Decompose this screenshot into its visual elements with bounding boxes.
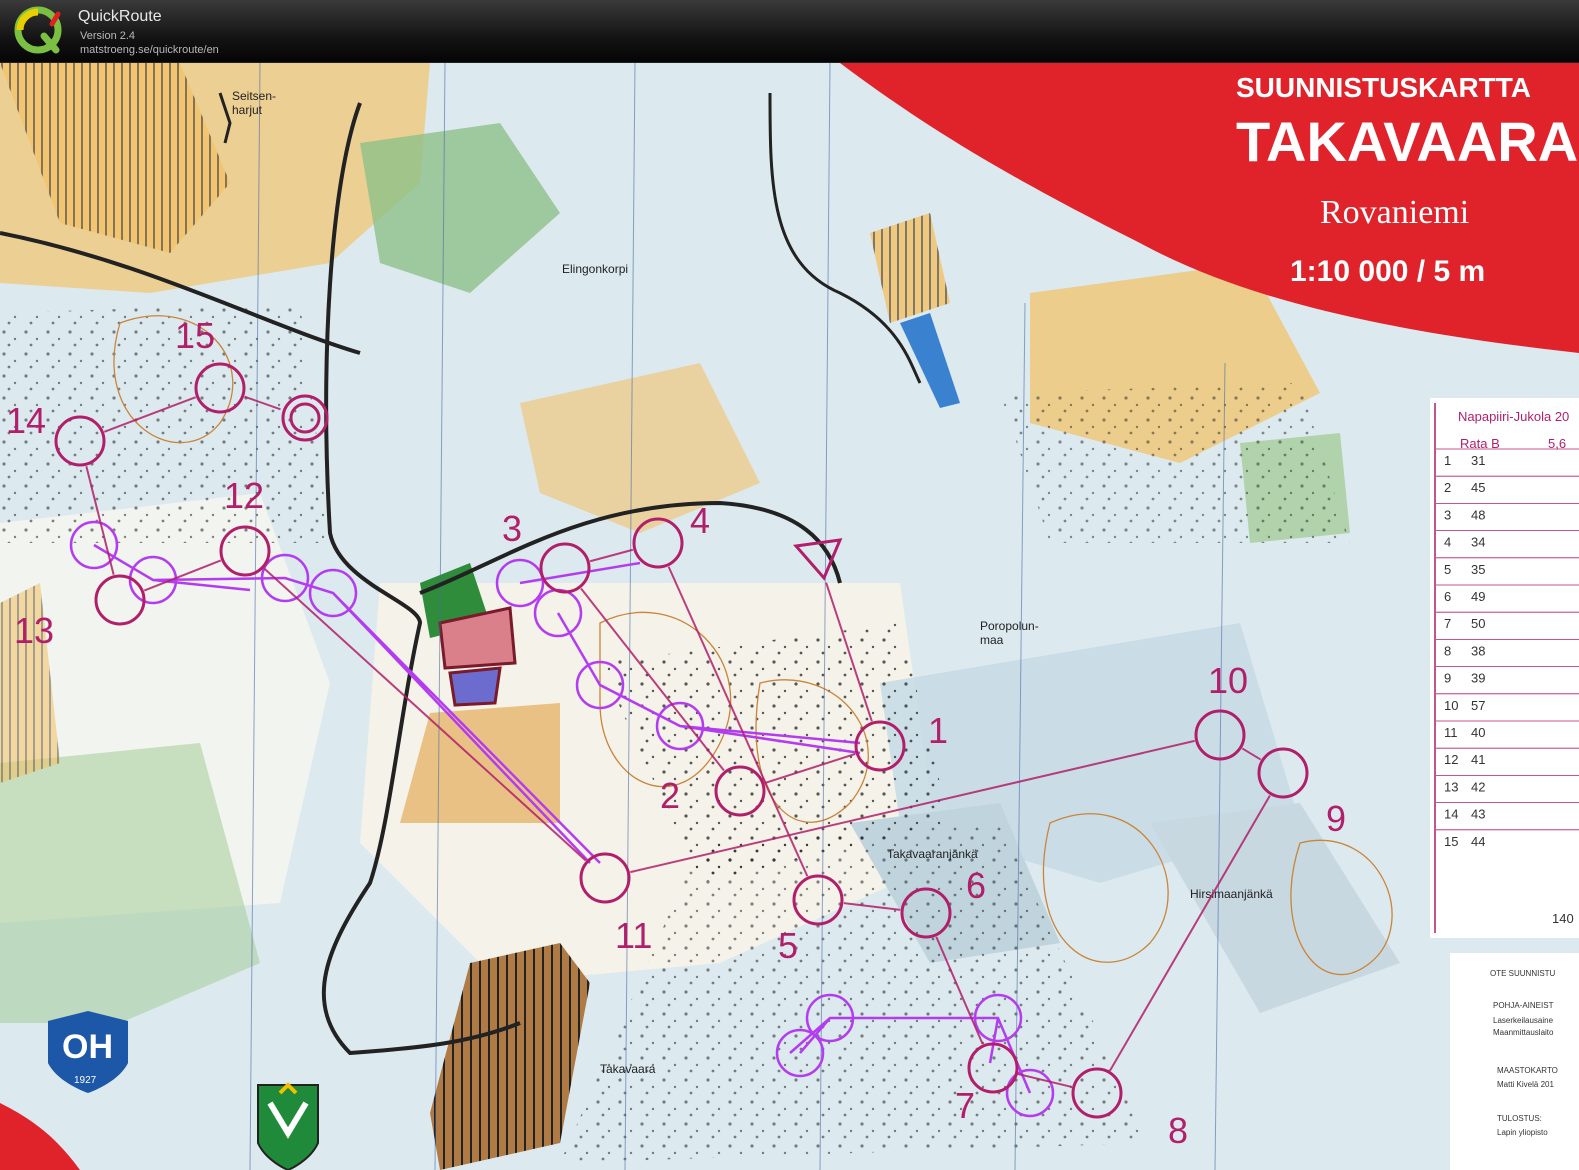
credit-laser: Laserkeilausaine bbox=[1493, 1016, 1554, 1025]
course-finish-value: 140 bbox=[1552, 911, 1574, 926]
credit-pohja: POHJA-AINEIST bbox=[1493, 1001, 1554, 1010]
course-row-number: 4 bbox=[1444, 535, 1451, 550]
course-row-number: 2 bbox=[1444, 480, 1451, 495]
app-url-link[interactable]: matstroeng.se/quickroute/en bbox=[80, 44, 219, 56]
course-row-code: 40 bbox=[1471, 725, 1485, 740]
club-logo-year: 1927 bbox=[74, 1075, 97, 1086]
course-row-code: 48 bbox=[1471, 507, 1485, 522]
club-logo-text: OH bbox=[62, 1028, 113, 1066]
map-header-top: SUUNNISTUSKARTTA bbox=[1236, 72, 1531, 103]
place-name-poropolunmaa: Poropolun- bbox=[980, 619, 1039, 633]
course-row-code: 34 bbox=[1471, 535, 1485, 550]
course-row-code: 35 bbox=[1471, 562, 1485, 577]
course-event: Napapiiri-Jukola 20 bbox=[1458, 409, 1569, 424]
control-number: 7 bbox=[955, 1085, 975, 1126]
control-number: 6 bbox=[966, 865, 986, 906]
control-number: 4 bbox=[690, 500, 710, 541]
title-bar: QuickRoute Version 2.4 matstroeng.se/qui… bbox=[0, 0, 1579, 63]
control-number: 2 bbox=[660, 775, 680, 816]
credit-ote: OTE SUUNNISTU bbox=[1490, 969, 1556, 978]
place-name-poropolunmaa: maa bbox=[980, 633, 1004, 647]
course-row-number: 10 bbox=[1444, 698, 1458, 713]
place-name-elingonkorpi: Elingonkorpi bbox=[562, 262, 628, 276]
control-number: 13 bbox=[14, 610, 54, 651]
course-row-number: 3 bbox=[1444, 507, 1451, 522]
course-row-number: 11 bbox=[1444, 725, 1458, 740]
control-number: 3 bbox=[502, 508, 522, 549]
control-number: 11 bbox=[615, 915, 652, 956]
map-header-name: TAKAVAARA bbox=[1236, 110, 1578, 173]
control-number: 8 bbox=[1168, 1110, 1188, 1151]
control-number: 15 bbox=[175, 315, 215, 356]
map-credits: OTE SUUNNISTU POHJA-AINEIST Laserkeilaus… bbox=[1450, 953, 1579, 1170]
place-name-seitsenharjut: harjut bbox=[232, 103, 263, 117]
course-description-table: Napapiiri-Jukola 20 Rata B 5,6 1 312 453 48… bbox=[1430, 398, 1579, 938]
map-scale: 1:10 000 / 5 m bbox=[1290, 255, 1485, 288]
course-row-code: 43 bbox=[1471, 807, 1485, 822]
map-viewport[interactable]: SUUNNISTUSKARTTA TAKAVAARA Rovaniemi 1:1… bbox=[0, 63, 1579, 1170]
control-number: 5 bbox=[778, 925, 798, 966]
course-row-number: 9 bbox=[1444, 671, 1451, 686]
map-header-city: Rovaniemi bbox=[1320, 194, 1469, 231]
course-row-code: 31 bbox=[1471, 453, 1485, 468]
course-row-code: 50 bbox=[1471, 616, 1485, 631]
credit-maanmitt: Maanmittauslaito bbox=[1493, 1028, 1554, 1037]
app-version: Version 2.4 bbox=[80, 30, 136, 42]
place-name-takavaara: Takavaara bbox=[600, 1062, 656, 1076]
course-row-code: 41 bbox=[1471, 752, 1485, 767]
course-row-code: 39 bbox=[1471, 671, 1485, 686]
place-name-hirsimaanjanka: Hirsimaanjänkä bbox=[1190, 887, 1273, 901]
course-row-number: 15 bbox=[1444, 834, 1458, 849]
course-row-number: 6 bbox=[1444, 589, 1451, 604]
course-row-code: 38 bbox=[1471, 643, 1485, 658]
course-row-number: 7 bbox=[1444, 616, 1451, 631]
course-row-number: 13 bbox=[1444, 779, 1458, 794]
control-number: 1 bbox=[928, 710, 948, 751]
course-row-number: 14 bbox=[1444, 807, 1458, 822]
course-row-code: 49 bbox=[1471, 589, 1485, 604]
app-name: QuickRoute bbox=[78, 8, 162, 25]
course-row-code: 45 bbox=[1471, 480, 1485, 495]
control-number: 14 bbox=[6, 400, 46, 441]
course-row-number: 8 bbox=[1444, 643, 1451, 658]
course-row-number: 5 bbox=[1444, 562, 1451, 577]
control-number: 10 bbox=[1208, 660, 1248, 701]
quickroute-logo-icon bbox=[14, 6, 62, 54]
orienteering-map: SUUNNISTUSKARTTA TAKAVAARA Rovaniemi 1:1… bbox=[0, 63, 1579, 1170]
place-name-takavaaranjanka: Takavaaranjänkä bbox=[887, 847, 978, 861]
place-name-seitsenharjut: Seitsen- bbox=[232, 89, 276, 103]
credit-mapper: Matti Kivelä 201 bbox=[1497, 1080, 1554, 1089]
control-number: 12 bbox=[224, 475, 264, 516]
course-row-code: 44 bbox=[1471, 834, 1485, 849]
course-row-code: 57 bbox=[1471, 698, 1485, 713]
control-number: 9 bbox=[1326, 798, 1346, 839]
course-row-code: 42 bbox=[1471, 779, 1485, 794]
credit-printer: Lapin yliopisto bbox=[1497, 1128, 1548, 1137]
course-row-number: 1 bbox=[1444, 453, 1451, 468]
credit-maastokartoitus: MAASTOKARTO bbox=[1497, 1066, 1558, 1075]
credit-tulostus: TULOSTUS: bbox=[1497, 1114, 1542, 1123]
course-row-number: 12 bbox=[1444, 752, 1458, 767]
